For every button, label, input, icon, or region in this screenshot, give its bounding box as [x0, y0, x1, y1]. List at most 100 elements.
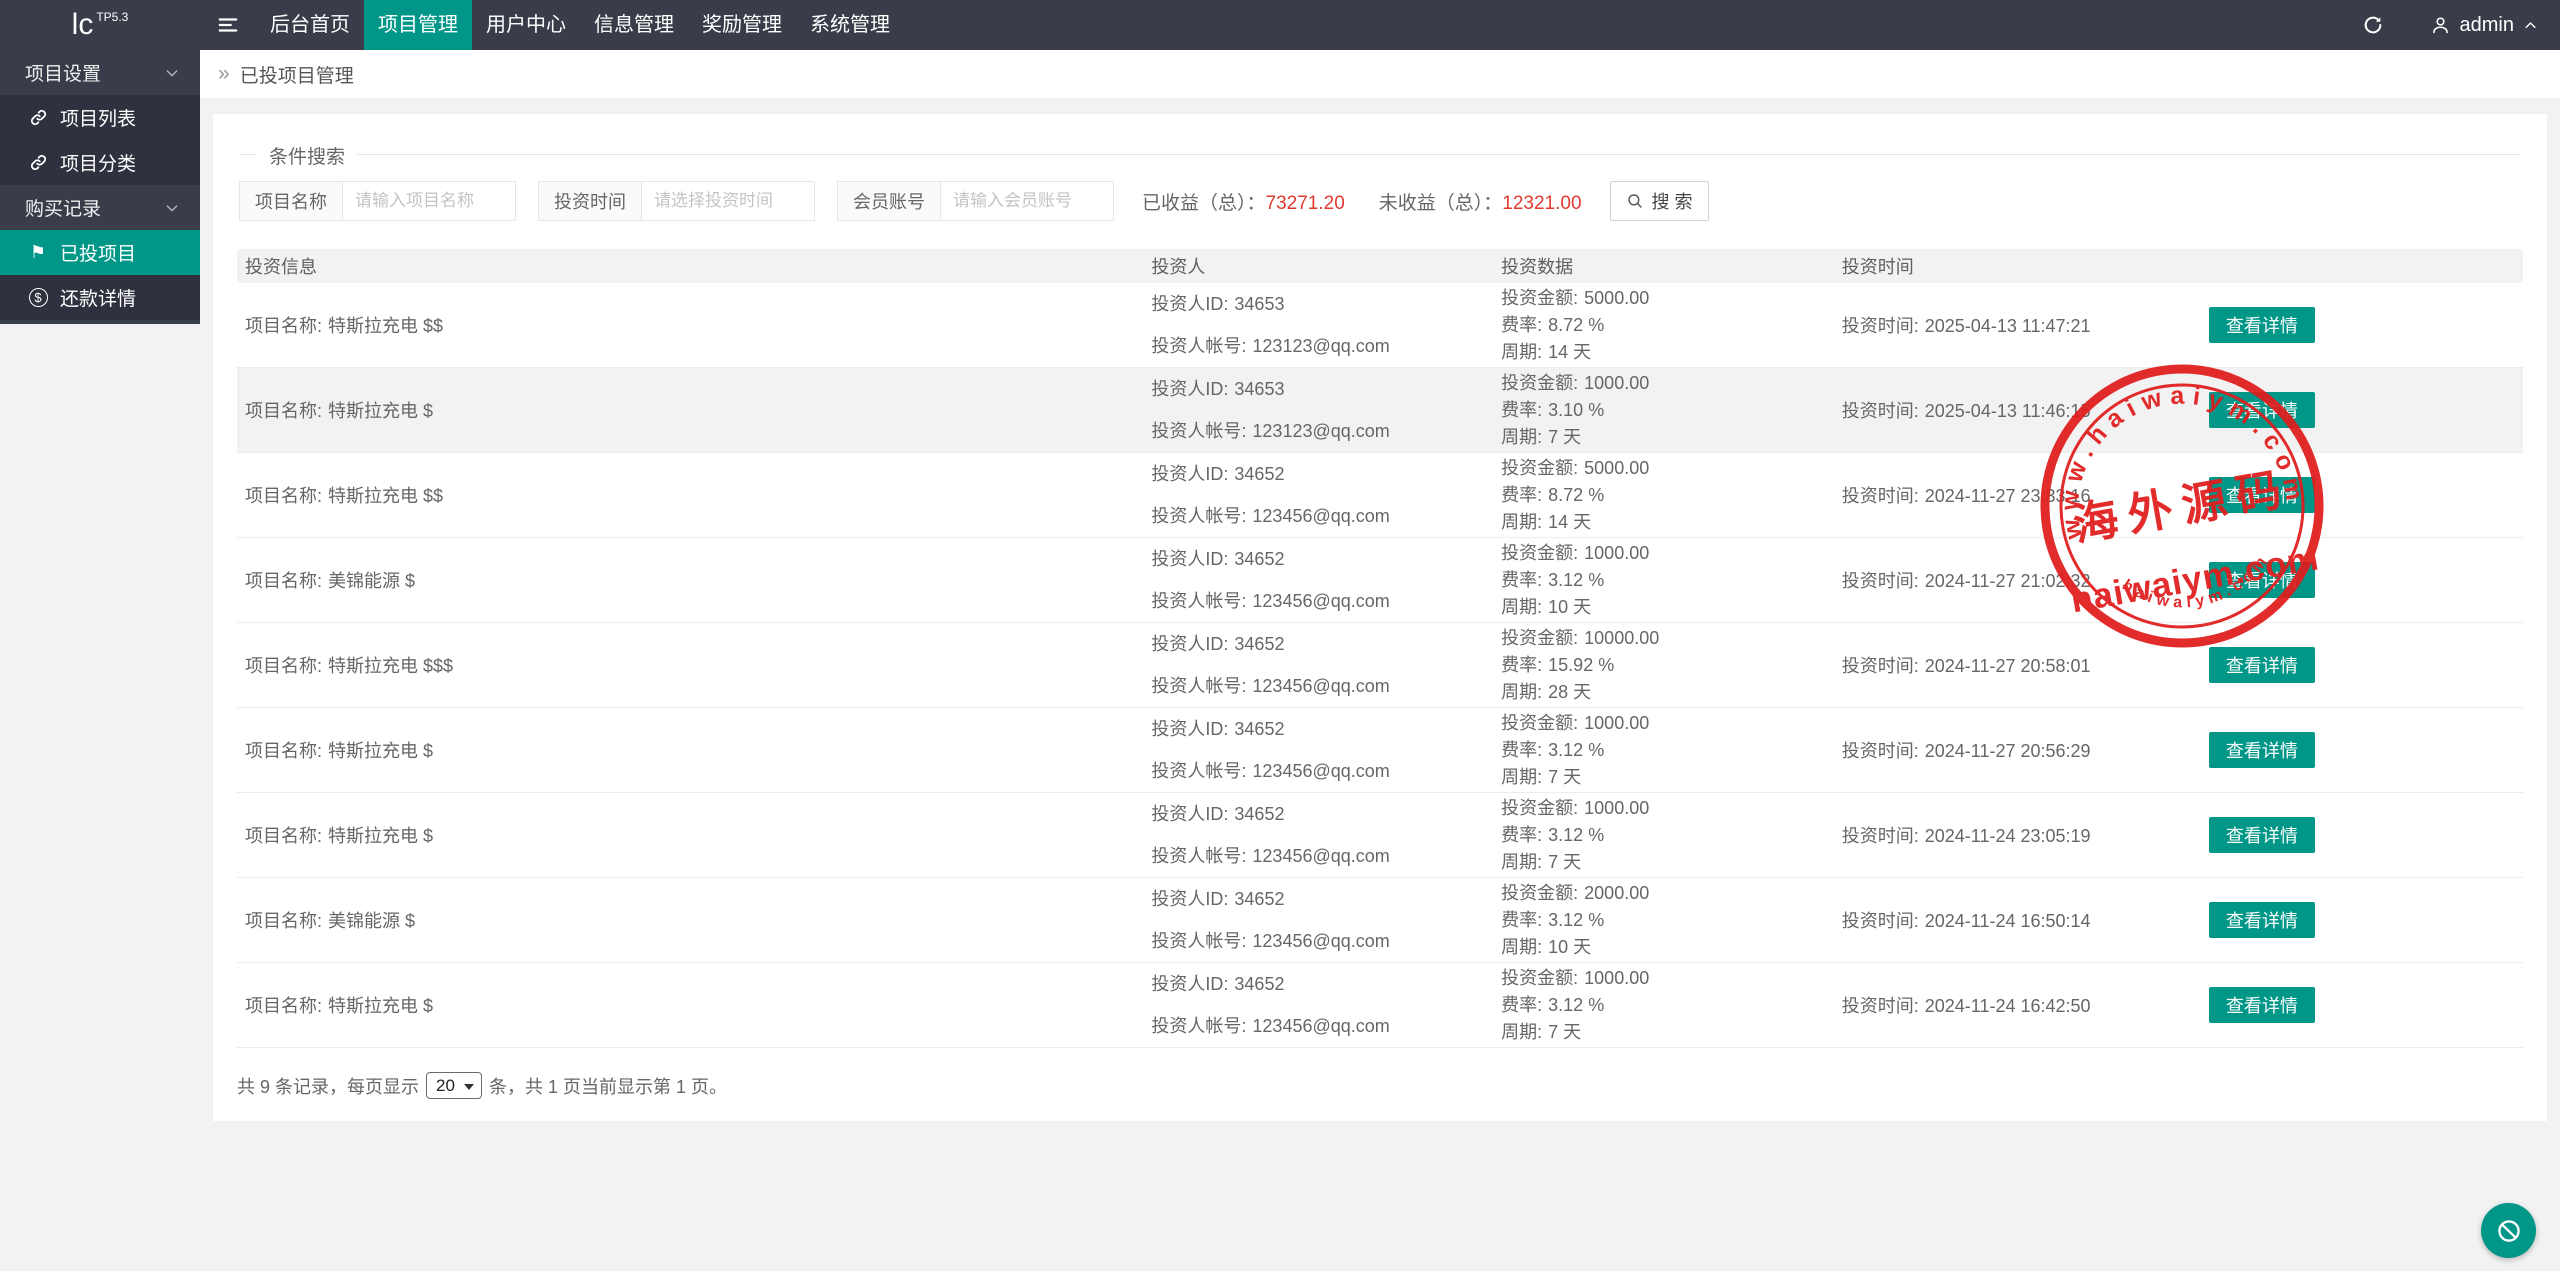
period-label: 周期: [1501, 937, 1542, 957]
investor-account: 123456@qq.com [1252, 506, 1389, 526]
sidebar-section-purchase-records[interactable]: 购买记录 [0, 185, 200, 230]
navbar-right: admin [2362, 0, 2560, 50]
sidebar-item-project-category[interactable]: 项目分类 [0, 140, 200, 185]
table-row: 项目名称:特斯拉充电 $ 投资人ID:34652 投资人帐号:123456@qq… [237, 708, 2523, 793]
project-name-label: 项目名称 [240, 182, 343, 220]
view-details-button[interactable]: 查看详情 [2209, 732, 2315, 768]
invest-time-label: 投资时间: [1842, 996, 1919, 1016]
cell-invest-time: 投资时间:2024-11-27 21:02:32 [1842, 567, 2171, 593]
nav-item-system[interactable]: 系统管理 [796, 0, 904, 50]
invest-time-label: 投资时间: [1842, 401, 1919, 421]
view-details-button[interactable]: 查看详情 [2209, 307, 2315, 343]
cell-invest-time: 投资时间:2025-04-13 11:47:21 [1842, 312, 2171, 338]
search-button-label: 搜 索 [1652, 188, 1693, 214]
top-navbar: lc TP5.3 后台首页 项目管理 用户中心 信息管理 奖励管理 系统管理 a… [0, 0, 2560, 50]
cell-actions: 查看详情 [2171, 732, 2523, 768]
sidebar-section-label: 项目设置 [25, 59, 101, 86]
invest-time-label: 投资时间: [1842, 656, 1919, 676]
amount-label: 投资金额: [1501, 543, 1578, 563]
sidebar-item-repayment-details[interactable]: $ 还款详情 [0, 275, 200, 320]
invest-time-group: 投资时间 [538, 181, 815, 221]
cell-invest-time: 投资时间:2024-11-24 16:50:14 [1842, 907, 2171, 933]
period-label: 周期: [1501, 852, 1542, 872]
amount-value: 2000.00 [1584, 883, 1649, 903]
amount-label: 投资金额: [1501, 458, 1578, 478]
investor-id: 34653 [1234, 294, 1284, 314]
amount-label: 投资金额: [1501, 628, 1578, 648]
investor-id-label: 投资人ID: [1151, 974, 1228, 994]
nav-item-home[interactable]: 后台首页 [256, 0, 364, 50]
user-name: admin [2460, 14, 2514, 37]
cell-invest-data: 投资金额:1000.00 费率:3.12 % 周期:7 天 [1501, 710, 1842, 791]
period-label: 周期: [1501, 597, 1542, 617]
sidebar: 项目设置 项目列表 项目分类 购买记录 ⚑ 已投项目 $ 还款详情 [0, 50, 200, 324]
cell-invest-data: 投资金额:1000.00 费率:3.12 % 周期:10 天 [1501, 540, 1842, 621]
pagination-prefix: 共 9 条记录，每页显示 [237, 1073, 419, 1099]
project-label: 项目名称: [245, 316, 322, 336]
sidebar-item-label: 还款详情 [60, 284, 136, 311]
header-invest-data: 投资数据 [1501, 253, 1842, 279]
investor-id-label: 投资人ID: [1151, 804, 1228, 824]
rate-label: 费率: [1501, 740, 1542, 760]
investor-id: 34652 [1234, 974, 1284, 994]
project-label: 项目名称: [245, 911, 322, 931]
investor-account-label: 投资人帐号: [1151, 761, 1246, 781]
sidebar-section-project-settings[interactable]: 项目设置 [0, 50, 200, 95]
nav-item-projects[interactable]: 项目管理 [364, 0, 472, 50]
rate-value: 3.12 % [1548, 910, 1604, 930]
investor-account: 123456@qq.com [1252, 1016, 1389, 1036]
nav-item-info[interactable]: 信息管理 [580, 0, 688, 50]
cell-invest-data: 投资金额:5000.00 费率:8.72 % 周期:14 天 [1501, 455, 1842, 536]
income-stats: 已收益（总）：73271.20 未收益（总）：12321.00 [1142, 188, 1582, 215]
table-row: 项目名称:特斯拉充电 $ 投资人ID:34652 投资人帐号:123456@qq… [237, 963, 2523, 1048]
menu-toggle-icon[interactable] [200, 0, 256, 50]
view-details-button[interactable]: 查看详情 [2209, 902, 2315, 938]
investor-account-label: 投资人帐号: [1151, 676, 1246, 696]
rate-value: 3.10 % [1548, 400, 1604, 420]
member-account-input[interactable] [941, 182, 1113, 220]
view-details-button[interactable]: 查看详情 [2209, 647, 2315, 683]
view-details-button[interactable]: 查看详情 [2209, 817, 2315, 853]
invest-time-input[interactable] [642, 182, 814, 220]
view-details-button[interactable]: 查看详情 [2209, 562, 2315, 598]
sidebar-item-project-list[interactable]: 项目列表 [0, 95, 200, 140]
cell-invest-info: 项目名称:特斯拉充电 $ [237, 397, 1151, 423]
project-name-input[interactable] [343, 182, 515, 220]
investor-id: 34652 [1234, 804, 1284, 824]
rate-label: 费率: [1501, 400, 1542, 420]
amount-label: 投资金额: [1501, 798, 1578, 818]
cell-investor: 投资人ID:34652 投资人帐号:123456@qq.com [1151, 878, 1501, 962]
sidebar-item-invested-projects[interactable]: ⚑ 已投项目 [0, 230, 200, 275]
project-name: 美锦能源 $ [328, 911, 415, 931]
invest-time-value: 2024-11-24 16:42:50 [1925, 996, 2091, 1016]
view-details-button[interactable]: 查看详情 [2209, 392, 2315, 428]
investor-id: 34653 [1234, 379, 1284, 399]
investor-id: 34652 [1234, 464, 1284, 484]
table-row: 项目名称:特斯拉充电 $ 投资人ID:34653 投资人帐号:123123@qq… [237, 368, 2523, 453]
nav-item-users[interactable]: 用户中心 [472, 0, 580, 50]
earned-total-label: 已收益（总）： [1142, 193, 1266, 214]
period-value: 7 天 [1548, 767, 1581, 787]
search-row: 项目名称 投资时间 会员账号 已收益（总）：73271.20 未收益（总）：12… [239, 181, 2521, 221]
refresh-icon[interactable] [2362, 14, 2384, 36]
invest-time-value: 2024-11-24 16:50:14 [1925, 911, 2091, 931]
project-name: 特斯拉充电 $ [328, 741, 433, 761]
theme-toggle-fab[interactable] [2481, 1203, 2536, 1258]
view-details-button[interactable]: 查看详情 [2209, 987, 2315, 1023]
search-button[interactable]: 搜 索 [1610, 181, 1709, 221]
cell-invest-time: 投资时间:2024-11-24 23:05:19 [1842, 822, 2171, 848]
pagination-suffix: 条，共 1 页当前显示第 1 页。 [489, 1073, 727, 1099]
rate-value: 3.12 % [1548, 825, 1604, 845]
user-menu[interactable]: admin [2430, 14, 2538, 37]
view-details-button[interactable]: 查看详情 [2209, 477, 2315, 513]
project-name: 特斯拉充电 $ [328, 401, 433, 421]
rate-value: 8.72 % [1548, 315, 1604, 335]
rate-value: 15.92 % [1548, 655, 1614, 675]
invest-time-label: 投资时间: [1842, 486, 1919, 506]
nav-item-rewards[interactable]: 奖励管理 [688, 0, 796, 50]
cell-investor: 投资人ID:34652 投资人帐号:123456@qq.com [1151, 623, 1501, 707]
amount-value: 1000.00 [1584, 373, 1649, 393]
cell-invest-data: 投资金额:2000.00 费率:3.12 % 周期:10 天 [1501, 880, 1842, 961]
investor-id: 34652 [1234, 889, 1284, 909]
page-size-select[interactable]: 20 [426, 1072, 482, 1099]
